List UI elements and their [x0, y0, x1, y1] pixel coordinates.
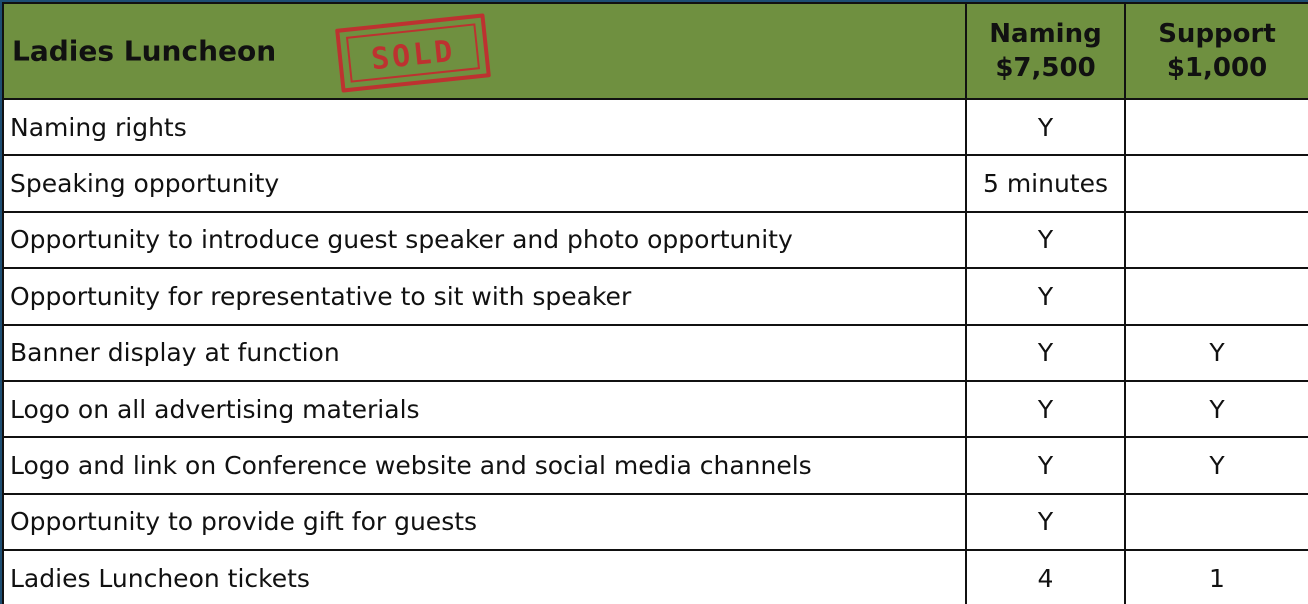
naming-column-price: $7,500	[995, 53, 1096, 83]
support-column-title: Support	[1158, 19, 1276, 49]
table-row: Logo on all advertising materials Y Y	[2, 379, 1308, 439]
support-value-cell: Y	[1124, 436, 1308, 495]
support-value-cell	[1124, 210, 1308, 270]
naming-value-cell: Y	[965, 210, 1126, 270]
table-row: Ladies Luncheon tickets 4 1	[2, 549, 1308, 604]
table-row: Speaking opportunity 5 minutes	[2, 154, 1308, 213]
feature-cell: Ladies Luncheon tickets	[2, 549, 967, 604]
table-row: Opportunity for representative to sit wi…	[2, 267, 1308, 326]
table-row: Naming rights Y	[2, 97, 1308, 157]
sponsorship-table-frame: Ladies Luncheon SOLD Naming $7,500 Suppo…	[2, 2, 1308, 604]
feature-cell: Banner display at function	[2, 323, 967, 382]
table-row: Banner display at function Y Y	[2, 323, 1308, 382]
naming-value-cell: Y	[965, 97, 1126, 157]
naming-value-cell: Y	[965, 323, 1126, 382]
feature-cell: Logo and link on Conference website and …	[2, 436, 967, 495]
table-row: Opportunity to provide gift for guests Y	[2, 492, 1308, 552]
naming-value-cell: 5 minutes	[965, 154, 1126, 213]
feature-cell: Logo on all advertising materials	[2, 379, 967, 439]
table-row: Logo and link on Conference website and …	[2, 436, 1308, 495]
support-value-cell: 1	[1124, 549, 1308, 604]
naming-column-title: Naming	[989, 19, 1102, 49]
feature-cell: Opportunity for representative to sit wi…	[2, 267, 967, 326]
table-header-row: Ladies Luncheon SOLD Naming $7,500 Suppo…	[2, 2, 1308, 100]
table-title: Ladies Luncheon	[12, 34, 277, 68]
table-title-cell: Ladies Luncheon SOLD	[2, 2, 967, 100]
feature-cell: Opportunity to introduce guest speaker a…	[2, 210, 967, 270]
naming-column-header: Naming $7,500	[965, 2, 1126, 100]
naming-value-cell: 4	[965, 549, 1126, 604]
feature-cell: Speaking opportunity	[2, 154, 967, 213]
support-value-cell	[1124, 492, 1308, 552]
support-column-header: Support $1,000	[1124, 2, 1308, 100]
support-value-cell: Y	[1124, 323, 1308, 382]
support-value-cell	[1124, 154, 1308, 213]
naming-value-cell: Y	[965, 436, 1126, 495]
feature-cell: Opportunity to provide gift for guests	[2, 492, 967, 552]
support-value-cell: Y	[1124, 379, 1308, 439]
feature-cell: Naming rights	[2, 97, 967, 157]
sold-stamp: SOLD	[335, 13, 491, 93]
sold-stamp-text: SOLD	[370, 34, 457, 78]
support-column-price: $1,000	[1166, 53, 1268, 83]
naming-value-cell: Y	[965, 267, 1126, 326]
support-value-cell	[1124, 97, 1308, 157]
support-value-cell	[1124, 267, 1308, 326]
table-row: Opportunity to introduce guest speaker a…	[2, 210, 1308, 270]
naming-value-cell: Y	[965, 379, 1126, 439]
sponsorship-table: Ladies Luncheon SOLD Naming $7,500 Suppo…	[2, 2, 1308, 604]
naming-value-cell: Y	[965, 492, 1126, 552]
